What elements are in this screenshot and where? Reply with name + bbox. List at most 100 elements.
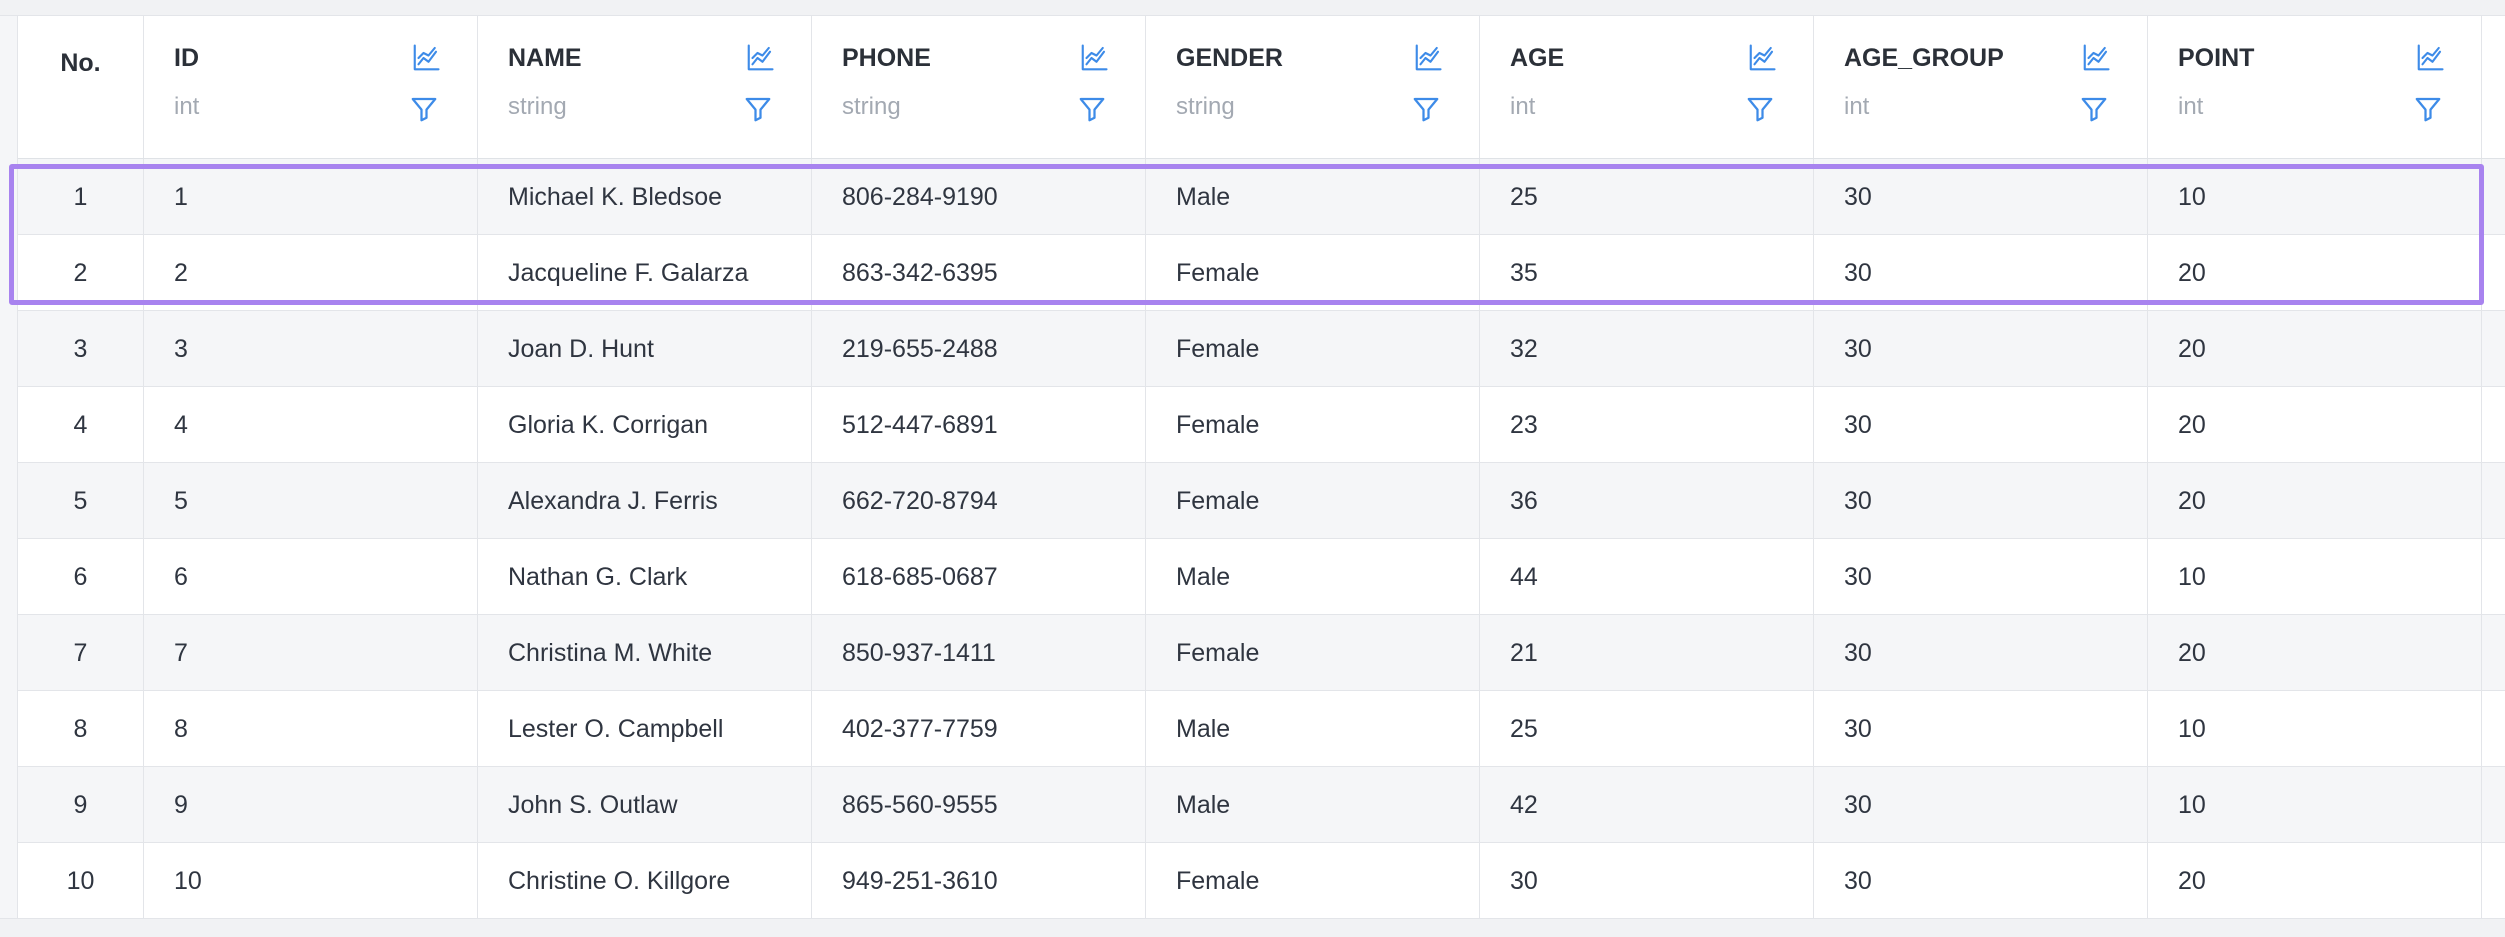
cell-point[interactable]: 20 — [2148, 615, 2482, 691]
chart-icon[interactable] — [2415, 43, 2445, 73]
horizontal-scrollbar[interactable] — [0, 918, 2505, 937]
cell-id[interactable]: 3 — [144, 311, 478, 387]
cell-age-group[interactable]: 30 — [1814, 311, 2148, 387]
table-row[interactable]: 4 4 Gloria K. Corrigan 512-447-6891 Female 23… — [18, 387, 2505, 463]
chart-icon[interactable] — [411, 43, 441, 73]
cell-age[interactable]: 25 — [1480, 691, 1814, 767]
cell-age[interactable]: 25 — [1480, 159, 1814, 235]
cell-gender[interactable]: Female — [1146, 387, 1480, 463]
cell-age[interactable]: 35 — [1480, 235, 1814, 311]
cell-phone[interactable]: 865-560-9555 — [812, 767, 1146, 843]
cell-id[interactable]: 1 — [144, 159, 478, 235]
cell-point[interactable]: 10 — [2148, 691, 2482, 767]
cell-id[interactable]: 4 — [144, 387, 478, 463]
table-row[interactable]: 2 2 Jacqueline F. Galarza 863-342-6395 Femal… — [18, 235, 2505, 311]
cell-id[interactable]: 7 — [144, 615, 478, 691]
cell-id[interactable]: 10 — [144, 843, 478, 918]
cell-point[interactable]: 20 — [2148, 311, 2482, 387]
column-header-phone[interactable]: PHONE string — [812, 16, 1146, 158]
table-row[interactable]: 3 3 Joan D. Hunt 219-655-2488 Female 32 30 20 — [18, 311, 2505, 387]
chart-icon[interactable] — [1079, 43, 1109, 73]
cell-point[interactable]: 20 — [2148, 463, 2482, 539]
chart-icon[interactable] — [1413, 43, 1443, 73]
cell-phone[interactable]: 850-937-1411 — [812, 615, 1146, 691]
cell-point[interactable]: 10 — [2148, 767, 2482, 843]
cell-age-group[interactable]: 30 — [1814, 235, 2148, 311]
cell-age[interactable]: 44 — [1480, 539, 1814, 615]
table-row[interactable]: 9 9 John S. Outlaw 865-560-9555 Male 42 30 10 — [18, 767, 2505, 843]
cell-phone[interactable]: 402-377-7759 — [812, 691, 1146, 767]
column-header-id[interactable]: ID int — [144, 16, 478, 158]
filter-icon[interactable] — [1077, 94, 1107, 124]
cell-phone[interactable]: 863-342-6395 — [812, 235, 1146, 311]
filter-icon[interactable] — [1411, 94, 1441, 124]
cell-phone[interactable]: 219-655-2488 — [812, 311, 1146, 387]
cell-name[interactable]: Christina M. White — [478, 615, 812, 691]
filter-icon[interactable] — [2079, 94, 2109, 124]
cell-age[interactable]: 21 — [1480, 615, 1814, 691]
cell-name[interactable]: John S. Outlaw — [478, 767, 812, 843]
table-row[interactable]: 1 1 Michael K. Bledsoe 806-284-9190 Male 25 30… — [18, 159, 2505, 235]
table-row[interactable]: 7 7 Christina M. White 850-937-1411 Female 21… — [18, 615, 2505, 691]
cell-point[interactable]: 10 — [2148, 159, 2482, 235]
column-header-point[interactable]: POINT int — [2148, 16, 2482, 158]
cell-point[interactable]: 10 — [2148, 539, 2482, 615]
filter-icon[interactable] — [2413, 94, 2443, 124]
cell-id[interactable]: 9 — [144, 767, 478, 843]
cell-name[interactable]: Gloria K. Corrigan — [478, 387, 812, 463]
cell-gender[interactable]: Female — [1146, 615, 1480, 691]
cell-point[interactable]: 20 — [2148, 387, 2482, 463]
cell-phone[interactable]: 662-720-8794 — [812, 463, 1146, 539]
cell-gender[interactable]: Male — [1146, 767, 1480, 843]
cell-name[interactable]: Nathan G. Clark — [478, 539, 812, 615]
column-header-gender[interactable]: GENDER string — [1146, 16, 1480, 158]
cell-age-group[interactable]: 30 — [1814, 615, 2148, 691]
cell-age[interactable]: 23 — [1480, 387, 1814, 463]
cell-gender[interactable]: Female — [1146, 235, 1480, 311]
cell-gender[interactable]: Female — [1146, 463, 1480, 539]
cell-name[interactable]: Lester O. Campbell — [478, 691, 812, 767]
filter-icon[interactable] — [1745, 94, 1775, 124]
cell-age-group[interactable]: 30 — [1814, 387, 2148, 463]
cell-gender[interactable]: Female — [1146, 843, 1480, 918]
cell-name[interactable]: Joan D. Hunt — [478, 311, 812, 387]
cell-name[interactable]: Michael K. Bledsoe — [478, 159, 812, 235]
cell-phone[interactable]: 512-447-6891 — [812, 387, 1146, 463]
cell-age[interactable]: 32 — [1480, 311, 1814, 387]
cell-id[interactable]: 2 — [144, 235, 478, 311]
chart-icon[interactable] — [1747, 43, 1777, 73]
table-row[interactable]: 10 10 Christine O. Killgore 949-251-3610 Fem… — [18, 843, 2505, 918]
filter-icon[interactable] — [409, 94, 439, 124]
cell-point[interactable]: 20 — [2148, 235, 2482, 311]
cell-age-group[interactable]: 30 — [1814, 159, 2148, 235]
chart-icon[interactable] — [745, 43, 775, 73]
column-header-age-group[interactable]: AGE_GROUP int — [1814, 16, 2148, 158]
cell-age-group[interactable]: 30 — [1814, 843, 2148, 918]
cell-age-group[interactable]: 30 — [1814, 767, 2148, 843]
cell-gender[interactable]: Female — [1146, 311, 1480, 387]
cell-gender[interactable]: Male — [1146, 691, 1480, 767]
cell-name[interactable]: Alexandra J. Ferris — [478, 463, 812, 539]
cell-phone[interactable]: 806-284-9190 — [812, 159, 1146, 235]
cell-name[interactable]: Christine O. Killgore — [478, 843, 812, 918]
cell-age-group[interactable]: 30 — [1814, 539, 2148, 615]
cell-phone[interactable]: 618-685-0687 — [812, 539, 1146, 615]
cell-age[interactable]: 42 — [1480, 767, 1814, 843]
table-row[interactable]: 5 5 Alexandra J. Ferris 662-720-8794 Female 3… — [18, 463, 2505, 539]
cell-id[interactable]: 5 — [144, 463, 478, 539]
table-row[interactable]: 6 6 Nathan G. Clark 618-685-0687 Male 44 30 10 — [18, 539, 2505, 615]
cell-phone[interactable]: 949-251-3610 — [812, 843, 1146, 918]
filter-icon[interactable] — [743, 94, 773, 124]
table-row[interactable]: 8 8 Lester O. Campbell 402-377-7759 Male 25 30… — [18, 691, 2505, 767]
cell-id[interactable]: 6 — [144, 539, 478, 615]
cell-age-group[interactable]: 30 — [1814, 463, 2148, 539]
cell-gender[interactable]: Male — [1146, 539, 1480, 615]
cell-id[interactable]: 8 — [144, 691, 478, 767]
cell-age-group[interactable]: 30 — [1814, 691, 2148, 767]
cell-age[interactable]: 36 — [1480, 463, 1814, 539]
cell-gender[interactable]: Male — [1146, 159, 1480, 235]
column-header-name[interactable]: NAME string — [478, 16, 812, 158]
column-header-age[interactable]: AGE int — [1480, 16, 1814, 158]
cell-point[interactable]: 20 — [2148, 843, 2482, 918]
chart-icon[interactable] — [2081, 43, 2111, 73]
